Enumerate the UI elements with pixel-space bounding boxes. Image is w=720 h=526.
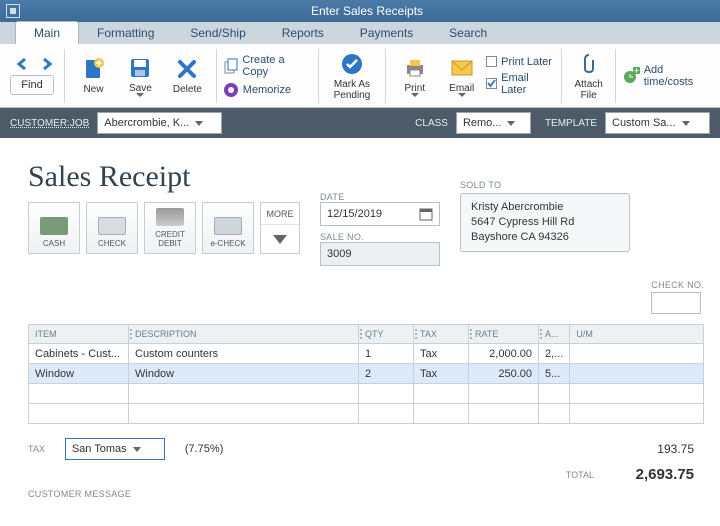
- add-time-costs-button[interactable]: Add time/costs: [622, 64, 714, 88]
- create-copy-button[interactable]: Create a Copy: [223, 54, 312, 78]
- copy-icon: [223, 58, 239, 74]
- prev-icon[interactable]: [16, 57, 30, 71]
- next-icon[interactable]: [40, 57, 54, 71]
- table-row[interactable]: [29, 404, 704, 424]
- customer-message-label: CUSTOMER MESSAGE: [28, 489, 704, 499]
- pay-echeck-button[interactable]: e-CHECK: [202, 202, 254, 254]
- email-button[interactable]: Email: [439, 55, 484, 97]
- memorize-button[interactable]: Memorize: [223, 82, 312, 98]
- line-items-table: ITEM DESCRIPTION QTY TAX RATE A... U/M C…: [28, 324, 704, 424]
- table-row[interactable]: Cabinets - Cust...Custom counters1Tax2,0…: [29, 344, 704, 364]
- check-no-label: CHECK NO.: [651, 280, 704, 290]
- tab-main[interactable]: Main: [15, 21, 79, 44]
- class-label: CLASS: [415, 118, 448, 129]
- col-description[interactable]: DESCRIPTION: [129, 325, 359, 344]
- clock-plus-icon: [622, 67, 640, 85]
- form-body: Sales Receipt CASH CHECK CREDIT DEBIT e-…: [0, 138, 720, 499]
- tax-amount: 193.75: [614, 442, 694, 456]
- delete-button[interactable]: Delete: [165, 56, 210, 95]
- tab-reports[interactable]: Reports: [264, 22, 342, 44]
- pay-credit-button[interactable]: CREDIT DEBIT: [144, 202, 196, 254]
- customer-job-dropdown[interactable]: Abercrombie, K...: [97, 112, 222, 134]
- tab-send-ship[interactable]: Send/Ship: [172, 22, 263, 44]
- tab-formatting[interactable]: Formatting: [79, 22, 172, 44]
- col-rate[interactable]: RATE: [469, 325, 539, 344]
- find-button[interactable]: Find: [10, 75, 53, 95]
- new-button[interactable]: New: [71, 56, 116, 95]
- tab-payments[interactable]: Payments: [342, 22, 431, 44]
- tax-dropdown[interactable]: San Tomas: [65, 438, 165, 460]
- sold-to-label: SOLD TO: [460, 180, 630, 190]
- context-bar: CUSTOMER:JOB Abercrombie, K... CLASS Rem…: [0, 108, 720, 138]
- total-label: TOTAL: [566, 470, 594, 480]
- title-bar: Enter Sales Receipts: [0, 0, 720, 22]
- check-no-input[interactable]: [651, 292, 701, 314]
- tax-pct: (7.75%): [185, 443, 224, 455]
- table-row[interactable]: WindowWindow2Tax250.005...: [29, 364, 704, 384]
- email-later-checkbox[interactable]: Email Later: [486, 72, 555, 96]
- pay-more-button[interactable]: MORE: [260, 202, 300, 254]
- col-um[interactable]: U/M: [570, 325, 704, 344]
- date-input[interactable]: 12/15/2019: [320, 202, 440, 226]
- paperclip-icon: [579, 52, 599, 76]
- attach-file-button[interactable]: Attach File: [568, 51, 609, 101]
- mark-pending-button[interactable]: Mark As Pending: [325, 51, 380, 101]
- pay-cash-button[interactable]: CASH: [28, 202, 80, 254]
- memorize-icon: [223, 82, 239, 98]
- col-item[interactable]: ITEM: [29, 325, 129, 344]
- sale-no-label: SALE NO.: [320, 232, 440, 242]
- calendar-icon: [419, 207, 433, 221]
- col-amount[interactable]: A...: [539, 325, 570, 344]
- print-button[interactable]: Print: [392, 55, 437, 97]
- save-button[interactable]: Save: [118, 55, 163, 97]
- col-qty[interactable]: QTY: [359, 325, 414, 344]
- window-title: Enter Sales Receipts: [20, 4, 714, 18]
- customer-job-label: CUSTOMER:JOB: [10, 118, 89, 129]
- class-dropdown[interactable]: Remo...: [456, 112, 531, 134]
- sale-no-input[interactable]: 3009: [320, 242, 440, 266]
- chevron-down-icon: [273, 235, 287, 244]
- ribbon: Find New Save Delete Create a Copy Memor…: [0, 44, 720, 108]
- pay-check-button[interactable]: CHECK: [86, 202, 138, 254]
- print-later-checkbox[interactable]: Print Later: [486, 56, 555, 68]
- system-menu-icon[interactable]: [6, 4, 20, 18]
- tab-search[interactable]: Search: [431, 22, 505, 44]
- total-amount: 2,693.75: [614, 466, 694, 483]
- template-label: TEMPLATE: [545, 118, 597, 129]
- sold-to-box[interactable]: Kristy Abercrombie 5647 Cypress Hill Rd …: [460, 193, 630, 252]
- col-tax[interactable]: TAX: [414, 325, 469, 344]
- table-row[interactable]: [29, 384, 704, 404]
- ribbon-tabs: Main Formatting Send/Ship Reports Paymen…: [0, 22, 720, 44]
- form-title: Sales Receipt: [28, 160, 300, 194]
- template-dropdown[interactable]: Custom Sa...: [605, 112, 710, 134]
- tax-label: TAX: [28, 444, 45, 454]
- date-label: DATE: [320, 192, 440, 202]
